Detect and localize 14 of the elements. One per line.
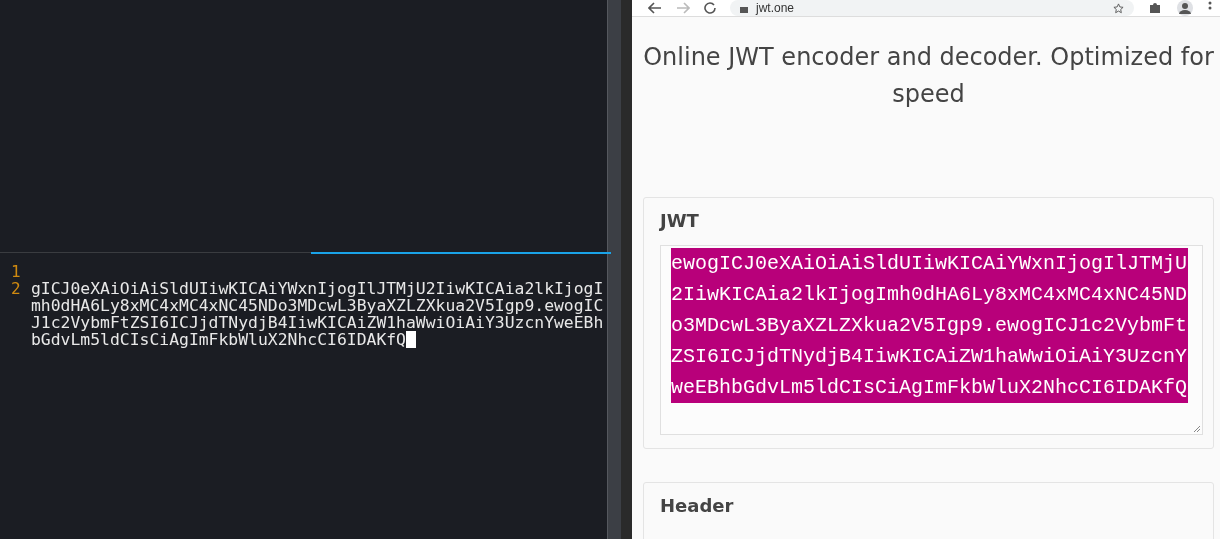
back-icon[interactable] [648,2,662,14]
code-line: gICJ0eXAiOiAiSldUIiwKICAiYWxnIjogIlJTMjU2IiwKICAia2lkIjogImh0dHA6Ly8xMC4xMC4xNC45NDo3MDcwL3ByaXZLZXkua2V5Igp9.ewogICJ1c2VybmFtZSI6ICJjdTNydjB4IiwKICAiZW1haWwiOiAiY3UzcnYweEBhbGdvLm5ldCIsCiAgImFkbWluX2NhcCI6IDAKfQ [31,280,605,348]
reload-icon[interactable] [704,2,716,14]
address-bar[interactable]: jwt.one [730,0,1134,16]
avatar-icon[interactable] [1176,0,1194,16]
line-number: 2 [10,280,22,300]
star-icon[interactable] [1113,2,1124,14]
card-title: JWT [660,210,700,231]
page-heading: Online JWT encoder and decoder. Optimized for speed [643,42,1214,110]
jwt-input-field[interactable] [660,245,1203,435]
jwt-token: ewogICJ0eXAiOiAiSldUIiwKICAiYWxnIjogIlJTMjU2IiwKICAia2lkIjogImh0dHA6Ly8xMC4xMC4xNC45NDo3MDcwL3ByaXZLZXkua2V5Igp9.ewogICJ1c2VybmFtZSI6ICJjdTNydjB4IiwKICAiZW1haWwiOiAiY3UzcnYweEBhbGdvLm5ldCIsCiAgImFkbWluX2NhcCI6IDAKfQ [671,248,1188,403]
resize-grip-icon[interactable] [1193,425,1201,433]
line-number: 1 [10,263,22,280]
card-title: Header [660,495,735,516]
